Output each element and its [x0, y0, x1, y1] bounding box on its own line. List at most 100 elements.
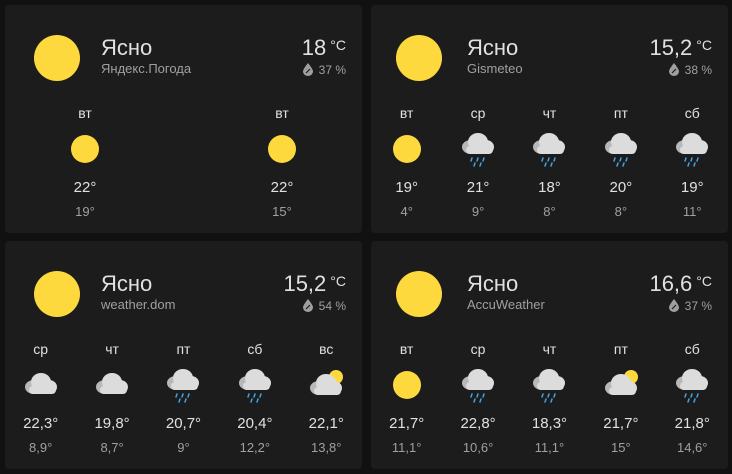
forecast-day: сб 20,4° 12,2° — [225, 341, 285, 455]
weather-card-gismeteo[interactable]: Ясно Gismeteo 15,2 °C 38 % вт 19° 4° ср 2… — [371, 5, 728, 233]
weather-card-accuweather[interactable]: Ясно AccuWeather 16,6 °C 37 % вт 21,7° 11… — [371, 241, 728, 469]
temp-value: 18 — [301, 35, 327, 60]
humidity: 37 % — [668, 299, 712, 313]
humidity: 37 % — [302, 63, 346, 77]
forecast-high-temp: 18,3° — [531, 415, 568, 432]
current-sun-icon — [396, 35, 442, 81]
forecast-day: пт 20,7° 9° — [153, 341, 213, 455]
sun-icon — [262, 129, 302, 169]
forecast-high-temp: 21° — [466, 179, 490, 196]
humidity: 38 % — [668, 63, 712, 77]
forecast-high-temp: 21,7° — [389, 415, 425, 432]
current-temperature: 18 °C — [302, 35, 346, 61]
forecast-day: вт 19° 4° — [377, 105, 437, 219]
sun-icon — [65, 129, 105, 169]
forecast-low-temp: 9° — [471, 204, 485, 219]
cloud-icon — [21, 365, 61, 405]
forecast-day-name: ср — [33, 341, 49, 357]
humidity-value: 54 % — [318, 299, 346, 313]
rain-cloud-icon — [672, 365, 712, 405]
forecast-high-temp: 22,1° — [308, 415, 344, 432]
humidity-drop-icon — [668, 299, 679, 312]
forecast-high-temp: 19,8° — [94, 415, 130, 432]
forecast-high-temp: 22,3° — [23, 415, 59, 432]
humidity-drop-icon — [302, 299, 313, 312]
forecast-low-temp: 12,2° — [239, 440, 271, 455]
forecast-low-temp: 8,9° — [29, 440, 53, 455]
forecast-day: ср 22,8° 10,6° — [448, 341, 508, 455]
source-name: Яндекс.Погода — [101, 61, 192, 76]
forecast-day: чт 18,3° 11,1° — [519, 341, 579, 455]
forecast-high-temp: 22,8° — [460, 415, 496, 432]
temp-value: 15,2 — [283, 271, 327, 296]
forecast-low-temp: 10,6° — [462, 440, 494, 455]
current-temperature: 15,2 °C — [649, 35, 712, 61]
forecast-day: сб 21,8° 14,6° — [662, 341, 722, 455]
weather-card-yandex[interactable]: Ясно Яндекс.Погода 18 °C 37 % вт 22° 19° … — [5, 5, 362, 233]
forecast-day: вс 22,1° 13,8° — [296, 341, 356, 455]
forecast-day-name: пт — [176, 341, 191, 357]
forecast-day: вт 21,7° 11,1° — [377, 341, 437, 455]
rain-cloud-icon — [458, 365, 498, 405]
temp-unit: °C — [696, 37, 712, 53]
forecast-row: ср 22,3° 8,9° чт 19,8° 8,7° пт 20,7° 9° … — [5, 341, 362, 455]
temp-unit: °C — [330, 37, 346, 53]
forecast-low-temp: 15° — [272, 204, 292, 219]
forecast-day: пт 21,7° 15° — [591, 341, 651, 455]
forecast-day-name: ср — [470, 341, 486, 357]
forecast-day-name: вт — [399, 341, 414, 357]
humidity: 54 % — [302, 299, 346, 313]
forecast-low-temp: 13,8° — [310, 440, 342, 455]
current-sun-icon — [34, 35, 80, 81]
forecast-high-temp: 22° — [73, 179, 97, 196]
rain-cloud-icon — [235, 365, 275, 405]
forecast-high-temp: 20° — [609, 179, 633, 196]
forecast-high-temp: 18° — [538, 179, 561, 196]
temp-unit: °C — [330, 273, 346, 289]
forecast-low-temp: 19° — [75, 204, 95, 219]
forecast-high-temp: 20,4° — [237, 415, 273, 432]
source-name: AccuWeather — [467, 297, 545, 312]
rain-cloud-icon — [163, 365, 203, 405]
forecast-day: сб 19° 11° — [662, 105, 722, 219]
humidity-drop-icon — [302, 63, 313, 76]
source-name: Gismeteo — [467, 61, 523, 76]
weather-card-weather-dom[interactable]: Ясно weather.dom 15,2 °C 54 % ср 22,3° 8,… — [5, 241, 362, 469]
forecast-day-name: вс — [319, 341, 334, 357]
forecast-day-name: пт — [613, 341, 628, 357]
humidity-drop-icon — [668, 63, 679, 76]
humidity-value: 37 % — [318, 63, 346, 77]
condition-text: Ясно — [101, 271, 153, 296]
forecast-day: вт 22° 15° — [252, 105, 312, 219]
forecast-day-name: вт — [275, 105, 289, 121]
forecast-day: пт 20° 8° — [591, 105, 651, 219]
forecast-low-temp: 8° — [543, 204, 556, 219]
rain-cloud-icon — [529, 129, 569, 169]
temp-unit: °C — [696, 273, 712, 289]
forecast-day: вт 22° 19° — [55, 105, 115, 219]
forecast-day-name: чт — [105, 341, 119, 357]
partly-cloudy-icon — [601, 365, 641, 405]
forecast-low-temp: 9° — [177, 440, 190, 455]
source-name: weather.dom — [101, 297, 176, 312]
humidity-value: 37 % — [684, 299, 712, 313]
current-sun-icon — [396, 271, 442, 317]
forecast-day: чт 18° 8° — [519, 105, 579, 219]
forecast-low-temp: 8° — [614, 204, 628, 219]
forecast-day-name: вт — [78, 105, 92, 121]
forecast-high-temp: 22° — [270, 179, 294, 196]
condition-text: Ясно — [101, 35, 153, 60]
partly-cloudy-icon — [306, 365, 346, 405]
forecast-high-temp: 21,7° — [603, 415, 639, 432]
rain-cloud-icon — [458, 129, 498, 169]
rain-cloud-icon — [529, 365, 569, 405]
forecast-row: вт 19° 4° ср 21° 9° чт 18° 8° пт 20° 8° … — [371, 105, 728, 219]
forecast-day: ср 21° 9° — [448, 105, 508, 219]
forecast-day: ср 22,3° 8,9° — [11, 341, 71, 455]
temp-value: 15,2 — [649, 35, 693, 60]
forecast-day-name: ср — [470, 105, 486, 121]
sun-icon — [387, 129, 427, 169]
forecast-day-name: чт — [542, 105, 557, 121]
forecast-low-temp: 8,7° — [100, 440, 124, 455]
forecast-day-name: пт — [613, 105, 628, 121]
